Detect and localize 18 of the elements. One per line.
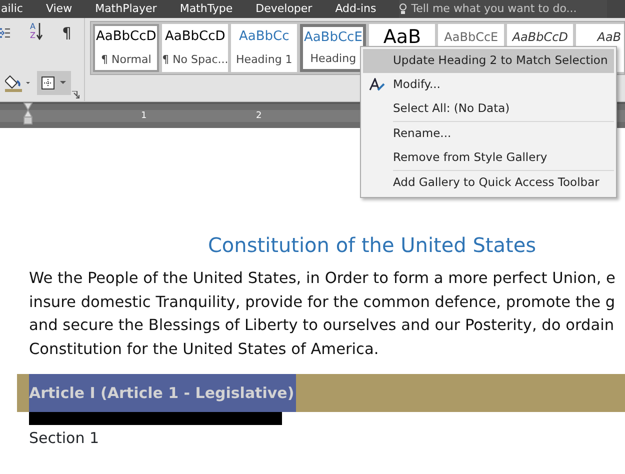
style-preview: AaB xyxy=(597,29,622,46)
style-preview: AaBbCc xyxy=(239,28,290,46)
body-paragraph: We the People of the United States, in Order to form a more perfect Union, e insure domestic Tranquility, provide for the common defence, promote the g and secure the Blessings of Liberty to ourselves and our Posterity, do ordain Constitution for the United States of America. xyxy=(29,268,616,360)
style-preview: AaBbCcD xyxy=(165,28,226,46)
style-label: Heading xyxy=(310,50,356,66)
style-label: Heading 1 xyxy=(236,52,292,68)
style-label: ¶ No Spac... xyxy=(162,52,228,68)
section-heading: Section 1 xyxy=(29,428,100,449)
style-preview: AaBbCcE xyxy=(444,29,498,46)
ruler-number: 2 xyxy=(256,110,262,122)
style-label: ¶ Normal xyxy=(101,52,152,68)
style-preview: AaB xyxy=(383,26,422,50)
style-preview: AaBbCcE xyxy=(304,29,362,47)
style-preview: AaBbCcD xyxy=(512,29,568,46)
article-heading: Article I (Article 1 - Legislative) xyxy=(29,374,296,412)
document-title: Constitution of the United States xyxy=(206,232,538,259)
ruler-number: 1 xyxy=(141,110,147,122)
style-preview: AaBbCcD xyxy=(96,28,156,46)
